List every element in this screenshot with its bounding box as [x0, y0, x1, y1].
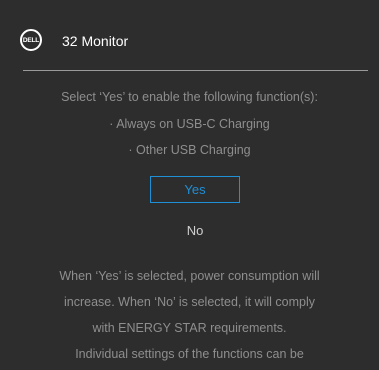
no-button[interactable]: No: [150, 217, 240, 244]
function-item-usb: · Other USB Charging: [128, 143, 251, 157]
monitor-osd-dialog: DELL 32 Monitor Select ‘Yes’ to enable t…: [0, 0, 379, 370]
monitor-title: 32 Monitor: [62, 33, 129, 49]
dell-logo: DELL: [20, 29, 42, 51]
note-line-2: increase. When ‘No’ is selected, it will…: [63, 295, 315, 309]
note-line-3: with ENERGY STAR requirements.: [92, 321, 287, 335]
function-item-usbc: · Always on USB-C Charging: [109, 117, 270, 131]
note-line-1: When ‘Yes’ is selected, power consumptio…: [59, 269, 320, 283]
header-divider: [23, 70, 368, 71]
note-line-4: Individual settings of the functions can…: [75, 347, 304, 361]
yes-button[interactable]: Yes: [150, 176, 240, 203]
osd-header: DELL 32 Monitor: [0, 0, 379, 70]
prompt-text: Select ‘Yes’ to enable the following fun…: [61, 90, 318, 104]
